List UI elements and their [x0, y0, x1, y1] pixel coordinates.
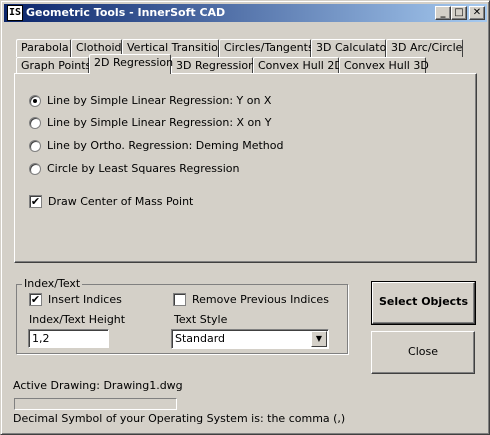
tab-circles-tangents[interactable]: Circles/Tangents: [219, 39, 314, 57]
app-icon: IS: [7, 5, 23, 21]
regression-tab-panel: Line by Simple Linear Regression: Y on X…: [14, 73, 477, 263]
window-title: Geometric Tools - InnerSoft CAD: [26, 6, 226, 19]
radio-label: Line by Ortho. Regression: Deming Method: [47, 139, 284, 152]
close-window-button[interactable]: ✕: [469, 6, 485, 20]
insert-indices-checkbox[interactable]: ✔ Insert Indices: [29, 293, 122, 306]
title-bar[interactable]: IS Geometric Tools - InnerSoft CAD _ □ ✕: [4, 4, 487, 22]
text-height-input[interactable]: 1,2: [28, 329, 109, 348]
close-button[interactable]: Close: [371, 331, 475, 374]
minimize-button[interactable]: _: [435, 6, 451, 20]
radio-option-deming[interactable]: Line by Ortho. Regression: Deming Method: [29, 139, 284, 152]
radio-option-x-on-y[interactable]: Line by Simple Linear Regression: X on Y: [29, 116, 271, 129]
progress-bar: [14, 398, 177, 410]
radio-label: Circle by Least Squares Regression: [47, 162, 240, 175]
text-style-label: Text Style: [174, 313, 228, 326]
text-style-value: Standard: [175, 332, 226, 345]
active-drawing-label: Active Drawing: Drawing1.dwg: [13, 379, 183, 392]
select-objects-button[interactable]: Select Objects: [371, 281, 476, 325]
radio-button[interactable]: [29, 162, 41, 175]
center-of-mass-checkbox[interactable]: ✔ Draw Center of Mass Point: [29, 195, 193, 208]
tab-2d-regression[interactable]: 2D Regression: [89, 54, 173, 74]
checkbox-label: Insert Indices: [48, 293, 122, 306]
radio-label: Line by Simple Linear Regression: Y on X: [47, 94, 272, 107]
radio-button[interactable]: [29, 139, 41, 152]
tab-parabola[interactable]: Parabola: [16, 39, 71, 57]
tab-3d-calculator[interactable]: 3D Calculator: [311, 39, 391, 57]
checkbox[interactable]: [173, 293, 186, 306]
checkbox[interactable]: ✔: [29, 195, 42, 208]
tab-3d-arc-circle[interactable]: 3D Arc/Circle: [386, 39, 463, 57]
maximize-button[interactable]: □: [451, 6, 467, 20]
radio-label: Line by Simple Linear Regression: X on Y: [47, 116, 272, 129]
checkbox-label: Draw Center of Mass Point: [48, 195, 194, 208]
text-height-label: Index/Text Height: [29, 313, 126, 326]
radio-button[interactable]: [29, 116, 41, 129]
checkbox[interactable]: ✔: [29, 293, 42, 306]
chevron-down-icon[interactable]: ▼: [311, 331, 327, 347]
checkbox-label: Remove Previous Indices: [192, 293, 329, 306]
radio-option-circle[interactable]: Circle by Least Squares Regression: [29, 162, 239, 175]
text-style-select[interactable]: Standard ▼: [171, 329, 329, 349]
group-title: Index/Text: [22, 277, 83, 290]
remove-previous-indices-checkbox[interactable]: Remove Previous Indices: [173, 293, 329, 306]
decimal-symbol-label: Decimal Symbol of your Operating System …: [13, 412, 346, 425]
app-window: IS Geometric Tools - InnerSoft CAD _ □ ✕…: [0, 0, 490, 435]
radio-button[interactable]: [29, 94, 41, 107]
radio-option-y-on-x[interactable]: Line by Simple Linear Regression: Y on X: [29, 94, 271, 107]
